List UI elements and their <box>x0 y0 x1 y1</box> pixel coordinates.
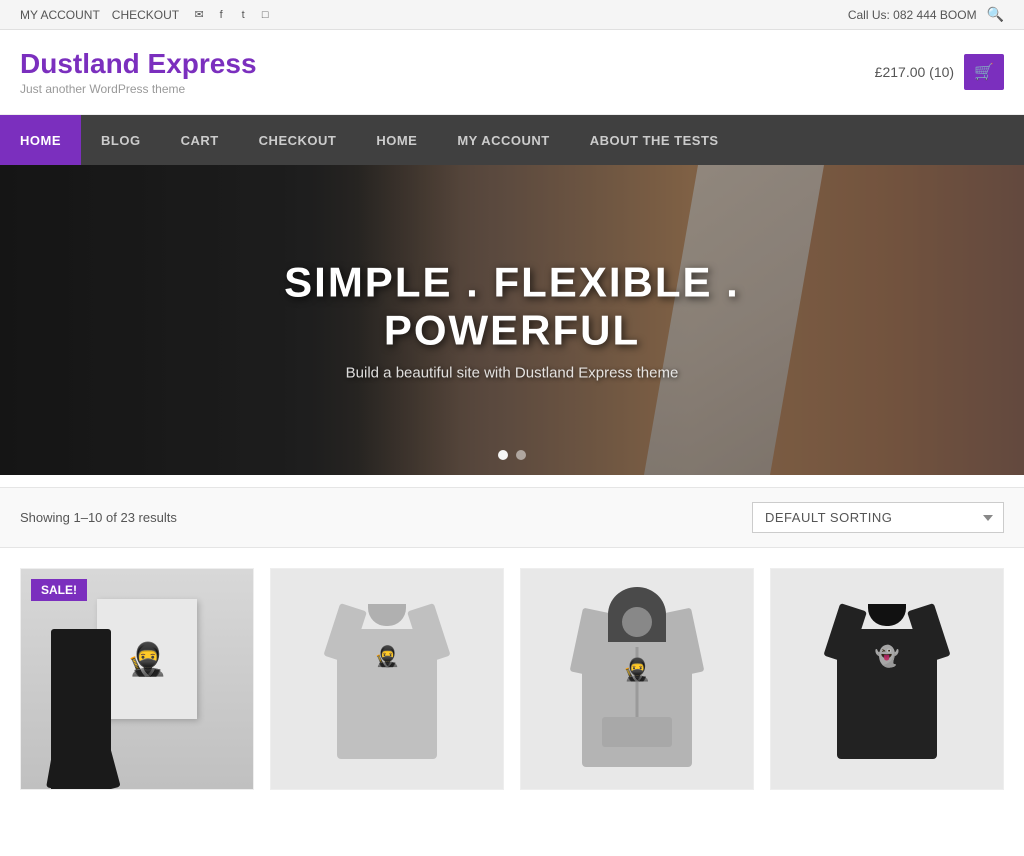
products-grid: SALE! 🥷 🥷 <box>0 548 1024 810</box>
site-branding: Dustland Express Just another WordPress … <box>20 48 257 96</box>
hero-title: SIMPLE . FLEXIBLE . POWERFUL <box>256 259 768 355</box>
twitter-icon[interactable]: t <box>235 7 251 23</box>
hero-section: SIMPLE . FLEXIBLE . POWERFUL Build a bea… <box>0 165 1024 475</box>
product-card[interactable]: 👻 <box>770 568 1004 790</box>
products-bar: Showing 1–10 of 23 results DEFAULT SORTI… <box>0 487 1024 548</box>
hero-dots <box>498 450 526 460</box>
product-image-4: 👻 <box>771 569 1003 789</box>
product-image-1: SALE! 🥷 <box>21 569 253 789</box>
cart-amount: £217.00 (10) <box>875 64 954 80</box>
nav-cart[interactable]: CART <box>161 115 239 165</box>
product-image-3: 🥷 <box>521 569 753 789</box>
cart-info: £217.00 (10) 🛒 <box>875 54 1004 90</box>
nav-blog[interactable]: BLOG <box>81 115 161 165</box>
top-bar: MY ACCOUNT CHECKOUT ✉ f t □ Call Us: 082… <box>0 0 1024 30</box>
checkout-link-top[interactable]: CHECKOUT <box>112 8 179 22</box>
search-icon[interactable]: 🔍 <box>987 6 1004 23</box>
instagram-icon[interactable]: □ <box>257 7 273 23</box>
sort-select[interactable]: DEFAULT SORTING SORT BY POPULARITY SORT … <box>752 502 1004 533</box>
site-tagline: Just another WordPress theme <box>20 82 257 96</box>
nav-home[interactable]: HOME <box>0 115 81 165</box>
social-icons: ✉ f t □ <box>191 7 273 23</box>
hero-dot-1[interactable] <box>498 450 508 460</box>
my-account-link[interactable]: MY ACCOUNT <box>20 8 100 22</box>
nav-home2[interactable]: HOME <box>356 115 437 165</box>
nav-checkout[interactable]: CHECKOUT <box>239 115 357 165</box>
site-title[interactable]: Dustland Express <box>20 48 257 80</box>
call-us-text: Call Us: 082 444 BOOM <box>848 8 977 22</box>
sort-wrapper: DEFAULT SORTING SORT BY POPULARITY SORT … <box>752 502 1004 533</box>
hero-subtitle: Build a beautiful site with Dustland Exp… <box>256 365 768 382</box>
top-bar-right: Call Us: 082 444 BOOM 🔍 <box>848 6 1004 23</box>
main-nav: HOME BLOG CART CHECKOUT HOME MY ACCOUNT … <box>0 115 1024 165</box>
nav-about-tests[interactable]: ABOUT THE TESTS <box>570 115 739 165</box>
hero-content: SIMPLE . FLEXIBLE . POWERFUL Build a bea… <box>256 259 768 382</box>
sale-badge: SALE! <box>31 579 87 601</box>
facebook-icon[interactable]: f <box>213 7 229 23</box>
site-header: Dustland Express Just another WordPress … <box>0 30 1024 115</box>
cart-button[interactable]: 🛒 <box>964 54 1004 90</box>
hero-dot-2[interactable] <box>516 450 526 460</box>
nav-my-account[interactable]: MY ACCOUNT <box>437 115 569 165</box>
top-bar-left: MY ACCOUNT CHECKOUT ✉ f t □ <box>20 7 273 23</box>
email-icon[interactable]: ✉ <box>191 7 207 23</box>
product-card[interactable]: 🥷 <box>520 568 754 790</box>
product-card[interactable]: SALE! 🥷 <box>20 568 254 790</box>
product-image-2: 🥷 <box>271 569 503 789</box>
product-card[interactable]: 🥷 <box>270 568 504 790</box>
results-text: Showing 1–10 of 23 results <box>20 510 177 525</box>
